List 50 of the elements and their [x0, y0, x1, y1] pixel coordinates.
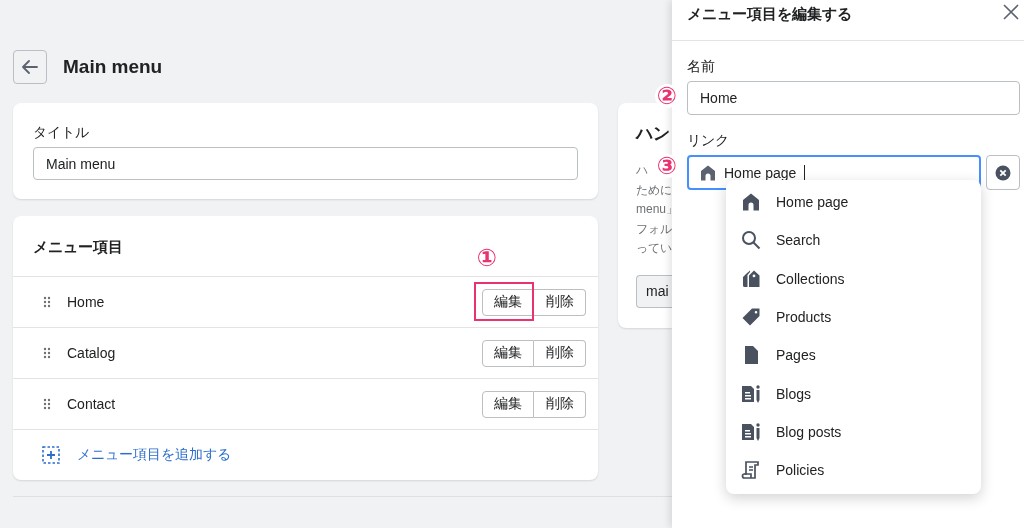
delete-button[interactable]: 削除 — [534, 288, 586, 316]
back-button[interactable] — [13, 50, 47, 84]
menu-item-name: Catalog — [67, 345, 117, 361]
field-label: タイトル — [33, 123, 89, 141]
help-text: ってい — [636, 240, 672, 258]
edit-button[interactable]: 編集 — [482, 390, 534, 418]
edit-button[interactable]: 編集 — [482, 339, 534, 367]
dropdown-option[interactable]: Blogs — [726, 374, 981, 413]
menu-item-name: Home — [67, 294, 106, 310]
dropdown-option[interactable]: Products — [726, 297, 981, 337]
dropdown-option[interactable]: Pages — [726, 336, 981, 375]
add-menu-item-link[interactable]: メニュー項目を追加する — [77, 446, 231, 464]
menu-item-name: Contact — [67, 396, 117, 412]
handle-button[interactable]: mai — [636, 274, 672, 308]
add-icon — [42, 446, 60, 464]
drag-handle-icon[interactable] — [43, 347, 51, 359]
tags-icon — [741, 268, 761, 289]
scroll-icon — [741, 460, 761, 481]
document-pen-icon — [741, 383, 761, 404]
field-label: リンク — [687, 131, 729, 149]
dropdown-option[interactable]: Search — [726, 221, 981, 260]
title-field[interactable]: Main menu — [33, 147, 578, 180]
dropdown-option[interactable]: Blog posts — [726, 412, 981, 452]
help-text: ために — [636, 181, 672, 199]
card-heading: メニュー項目 — [33, 238, 123, 255]
dropdown-option[interactable]: Collections — [726, 259, 981, 298]
home-icon — [700, 164, 716, 181]
edit-button[interactable]: 編集 — [482, 288, 534, 316]
page-title: Main menu — [63, 56, 163, 78]
drag-handle-icon[interactable] — [43, 398, 51, 410]
step-number-badge: ② — [655, 84, 679, 108]
help-text: フォル — [636, 220, 672, 238]
clear-button[interactable] — [986, 155, 1020, 190]
back-arrow-icon — [22, 60, 38, 74]
name-field[interactable]: Home — [687, 81, 1020, 115]
drawer-title: メニュー項目を編集する — [687, 4, 852, 24]
document-pen-icon — [741, 421, 761, 442]
close-icon[interactable] — [1003, 4, 1019, 20]
field-label: 名前 — [687, 57, 715, 75]
search-icon — [741, 230, 761, 251]
dropdown-option[interactable]: Policies — [726, 451, 981, 490]
drag-handle-icon[interactable] — [43, 296, 51, 308]
tag-icon — [741, 307, 761, 328]
card-heading: ハン — [636, 123, 670, 145]
help-text: ハ — [636, 162, 648, 179]
home-icon — [741, 192, 761, 213]
clear-icon — [995, 164, 1011, 181]
help-text: menu」 — [636, 201, 672, 219]
delete-button[interactable]: 削除 — [534, 339, 586, 367]
delete-button[interactable]: 削除 — [534, 390, 586, 418]
